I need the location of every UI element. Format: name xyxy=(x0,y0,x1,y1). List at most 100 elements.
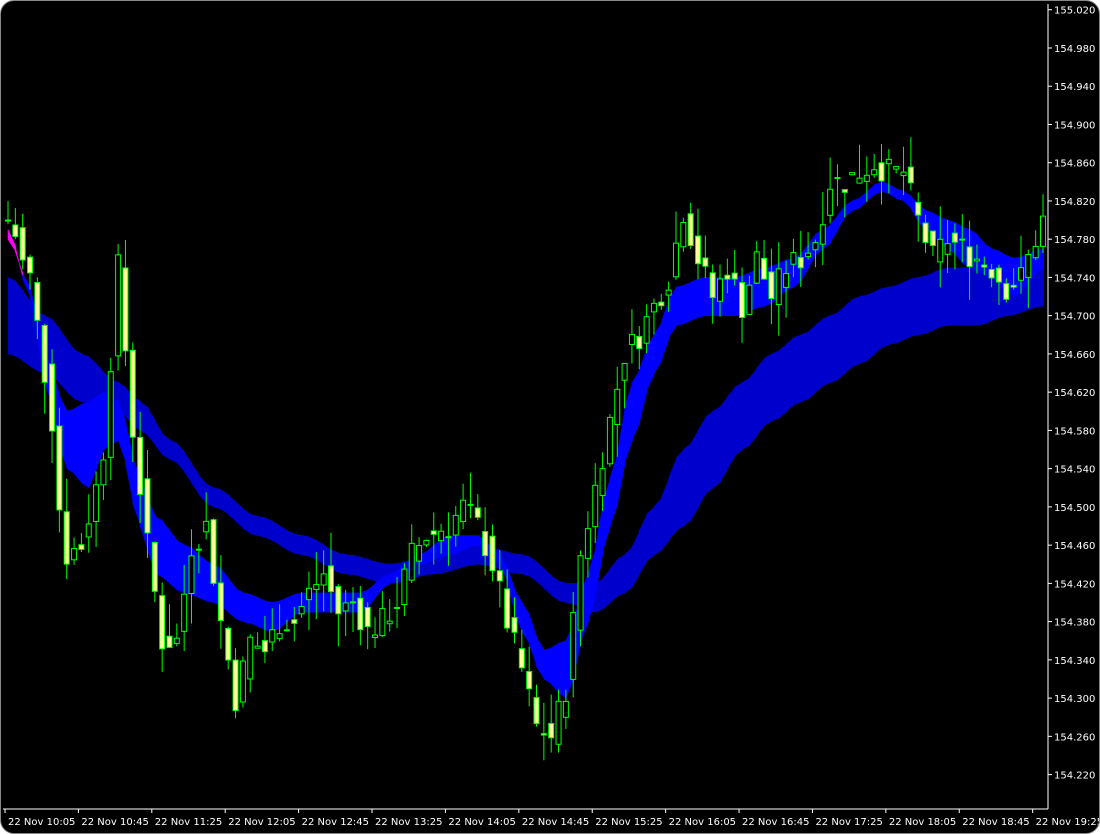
fast-ribbon-segment xyxy=(660,299,670,361)
fast-ribbon-segment xyxy=(315,592,325,613)
fast-ribbon-segment xyxy=(859,190,868,209)
candle-body xyxy=(849,172,856,176)
candle-body xyxy=(812,242,819,251)
slow-ribbon-segment xyxy=(345,554,354,575)
slow-ribbon-segment xyxy=(543,568,553,596)
candle-body xyxy=(783,273,790,288)
candle-body xyxy=(687,213,694,247)
slow-ribbon-segment xyxy=(528,556,538,582)
slow-ribbon-segment xyxy=(969,267,978,326)
slow-ribbon-segment xyxy=(697,416,707,508)
candle-body xyxy=(746,284,753,315)
slow-ribbon-segment xyxy=(873,288,883,355)
candle-body xyxy=(981,264,988,268)
fast-ribbon-segment xyxy=(653,321,663,375)
candle-body xyxy=(408,542,415,581)
candle-body xyxy=(482,531,489,557)
candle-body xyxy=(790,252,797,265)
candle-body xyxy=(1040,215,1046,247)
candle-body xyxy=(239,660,246,703)
slow-ribbon-segment xyxy=(73,349,83,403)
candle-body xyxy=(41,324,48,383)
fast-ribbon-segment xyxy=(895,188,905,202)
slow-ribbon-segment xyxy=(646,506,655,562)
fast-ribbon-segment xyxy=(455,535,465,554)
fast-ribbon-segment xyxy=(433,537,443,560)
candle-body xyxy=(467,503,474,506)
fast-ribbon-segment xyxy=(631,369,641,441)
slow-ribbon-segment xyxy=(961,267,971,326)
slow-ribbon-segment xyxy=(903,278,912,341)
fast-ribbon-segment xyxy=(521,601,531,645)
fast-ribbon-segment xyxy=(690,278,699,321)
candle-body xyxy=(49,363,56,432)
candle-body xyxy=(357,597,364,631)
fast-ribbon-segment xyxy=(242,592,252,624)
fast-ribbon-segment xyxy=(235,587,244,623)
candle-body xyxy=(672,242,679,278)
candle-body xyxy=(636,335,643,350)
slow-ribbon-segment xyxy=(147,406,156,446)
candle-body xyxy=(819,224,826,245)
candle-body xyxy=(19,227,26,261)
candle-body xyxy=(489,535,496,572)
candle-body xyxy=(122,267,129,352)
candle-body xyxy=(768,271,775,300)
slow-ribbon-segment xyxy=(169,439,178,464)
slow-ribbon-segment xyxy=(154,419,163,456)
candle-body xyxy=(827,188,834,216)
slow-ribbon-segment xyxy=(675,448,685,532)
price-chart[interactable]: 155.020 154.980 154.940 154.900 154.860 154.8… xyxy=(1,1,1099,833)
slow-ribbon-segment xyxy=(213,487,222,510)
candle-body xyxy=(628,333,635,345)
candle-body xyxy=(959,238,966,241)
x-tick-label: 22 Nov 16:05 xyxy=(669,817,736,828)
candle-body xyxy=(210,519,217,584)
slow-ribbon-segment xyxy=(161,433,171,460)
y-tick-label: 154.980 xyxy=(1054,44,1095,55)
fast-ribbon-segment xyxy=(697,277,707,318)
candle-body xyxy=(885,158,892,165)
slow-ribbon-segment xyxy=(881,286,890,348)
slow-ribbon-segment xyxy=(932,268,942,331)
slow-ribbon-segment xyxy=(653,497,663,556)
slow-ribbon-segment xyxy=(895,281,905,344)
candle-body xyxy=(907,166,914,184)
x-tick-label: 22 Nov 15:25 xyxy=(595,817,662,828)
candle-body xyxy=(1003,283,1010,300)
fast-ribbon-segment xyxy=(198,554,208,602)
candle-body xyxy=(181,593,188,632)
candle-body xyxy=(966,246,973,268)
slow-ribbon-segment xyxy=(22,289,31,367)
slow-ribbon-segment xyxy=(367,559,376,582)
candle-body xyxy=(805,252,812,258)
candle-body xyxy=(533,697,540,725)
candle-body xyxy=(438,530,445,542)
y-tick-label: 154.580 xyxy=(1054,426,1095,437)
candle-body xyxy=(78,544,85,550)
candle-body xyxy=(320,573,327,586)
fast-ribbon-segment xyxy=(536,636,545,681)
candle-body xyxy=(724,274,731,280)
y-tick-label: 154.820 xyxy=(1054,197,1095,208)
y-tick-label: 154.500 xyxy=(1054,503,1095,514)
candle-body xyxy=(614,388,621,426)
fast-ribbon-segment xyxy=(367,582,376,609)
slow-ribbon-segment xyxy=(682,442,692,527)
y-tick-label: 154.420 xyxy=(1054,579,1095,590)
candle-body xyxy=(577,555,584,631)
slow-ribbon-segment xyxy=(7,276,17,357)
fast-ribbon-segment xyxy=(249,593,259,627)
candle-body xyxy=(151,541,158,592)
slow-ribbon-segment xyxy=(829,312,839,384)
x-tick-label: 22 Nov 16:45 xyxy=(742,817,809,828)
x-tick-label: 22 Nov 18:45 xyxy=(962,817,1029,828)
candle-body xyxy=(548,722,555,739)
fast-ribbon-segment xyxy=(470,535,479,547)
candle-body xyxy=(342,602,349,612)
candle-body xyxy=(56,425,63,511)
candle-body xyxy=(893,165,900,170)
slow-ribbon-segment xyxy=(947,267,956,326)
slow-ribbon-segment xyxy=(837,305,846,381)
slow-ribbon-segment xyxy=(514,553,523,575)
